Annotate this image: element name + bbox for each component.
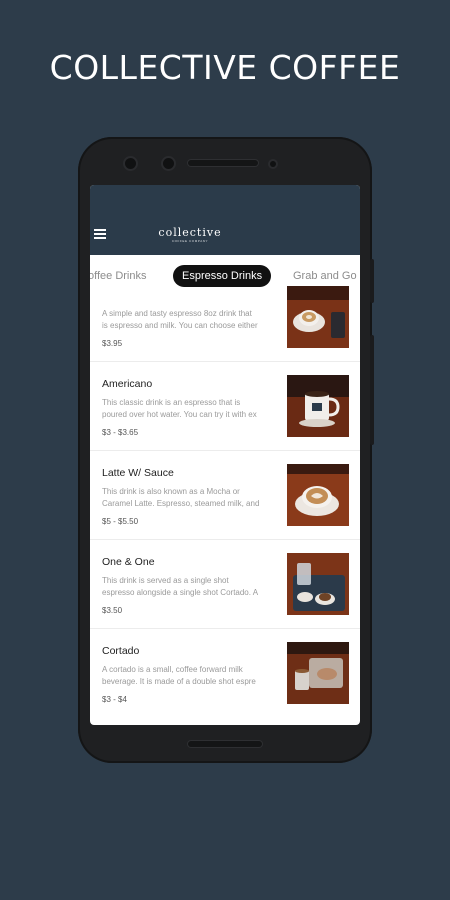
item-description: A cortado is a small, coffee forward mil… [102, 665, 256, 686]
cortado-photo [287, 642, 349, 704]
phone-frame: collective COFFEE COMPANY offee Drinks E… [78, 137, 374, 763]
item-description: A simple and tasty espresso 8oz drink th… [102, 309, 258, 330]
front-sensor-icon [163, 158, 174, 169]
app-screen: collective COFFEE COMPANY offee Drinks E… [90, 185, 360, 725]
bottom-speaker [188, 741, 262, 747]
item-price: $3.95 [102, 339, 123, 348]
list-item[interactable]: One & One This drink is served as a sing… [90, 539, 360, 629]
item-price: $5 - $5.50 [102, 517, 139, 526]
americano-mug-photo [287, 375, 349, 437]
one-and-one-photo [287, 553, 349, 615]
item-title: One & One [102, 556, 155, 568]
list-item[interactable]: Latte W/ Sauce This drink is also known … [90, 450, 360, 540]
list-item[interactable]: A simple and tasty espresso 8oz drink th… [90, 272, 360, 362]
front-camera-icon [125, 158, 136, 169]
brand-logo: collective COFFEE COMPANY [150, 227, 230, 244]
proximity-sensor-icon [270, 161, 276, 167]
item-title: Latte W/ Sauce [102, 467, 174, 479]
logo-subtext: COFFEE COMPANY [171, 239, 209, 243]
list-item[interactable]: Americano This classic drink is an espre… [90, 361, 360, 451]
item-title: Cortado [102, 645, 140, 657]
earpiece-speaker [188, 160, 258, 166]
list-item[interactable]: Cortado A cortado is a small, coffee for… [90, 628, 360, 717]
item-price: $3 - $3.65 [102, 428, 139, 437]
item-description: This drink is served as a single shot es… [102, 576, 259, 597]
item-price: $3 - $4 [102, 695, 127, 704]
item-price: $3.50 [102, 606, 123, 615]
latte-photo [287, 464, 349, 526]
power-button [370, 259, 374, 303]
item-title: Americano [102, 378, 153, 390]
promo-headline: COLLECTIVE COFFEE [49, 48, 401, 87]
item-description: This classic drink is an espresso that i… [102, 398, 257, 419]
hamburger-menu-icon[interactable] [94, 229, 106, 239]
logo-text: collective [158, 226, 222, 239]
item-description: This drink is also known as a Mocha or C… [102, 487, 260, 508]
app-header: collective COFFEE COMPANY [90, 185, 360, 255]
volume-button [370, 335, 374, 445]
flat-white-photo [287, 286, 349, 348]
